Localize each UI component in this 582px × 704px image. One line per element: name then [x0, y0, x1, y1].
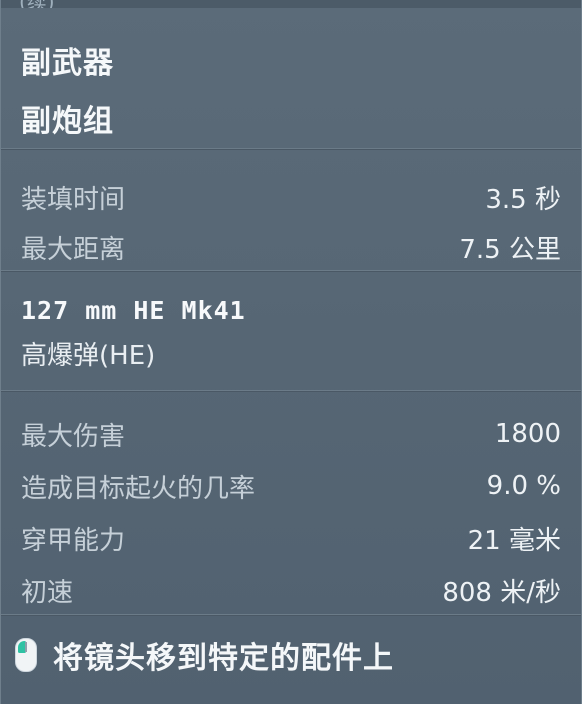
stat-value: 21 毫米 [467, 525, 561, 556]
top-edge: (续) [1, 0, 581, 8]
stat-row: 初速 808 米/秒 [21, 564, 561, 616]
title-block: 副武器 副炮组 [1, 8, 581, 148]
mouse-divider [25, 642, 27, 652]
mouse-left-click-icon [15, 638, 37, 672]
ammo-name: 127 mm HE Mk41 [21, 296, 246, 325]
stat-label: 最大距离 [21, 234, 126, 265]
ammo-stats: 最大伤害 1800 造成目标起火的几率 9.0 % 穿甲能力 21 毫米 初速 … [1, 392, 581, 614]
weapon-name: 副炮组 [21, 104, 114, 139]
tooltip-panel: (续) 副武器 副炮组 装填时间 3.5 秒 最大距离 7.5 公里 127 m… [0, 0, 582, 704]
ammo-type: 高爆弹(HE) [21, 341, 156, 371]
stat-value: 9.0 % [486, 471, 561, 501]
hint-bar: 将镜头移到特定的配件上 [1, 616, 581, 694]
stat-row: 最大伤害 1800 [21, 408, 561, 460]
stat-row: 最大距离 7.5 公里 [21, 222, 561, 272]
stat-value: 1800 [494, 419, 561, 449]
ammo-block: 127 mm HE Mk41 高爆弹(HE) [1, 272, 581, 390]
stat-label: 初速 [21, 577, 74, 608]
weapon-category: 副武器 [21, 46, 114, 81]
stat-row: 造成目标起火的几率 9.0 % [21, 460, 561, 512]
stat-value: 808 米/秒 [442, 577, 561, 608]
stat-value: 7.5 公里 [459, 234, 561, 265]
stat-label: 造成目标起火的几率 [21, 473, 256, 504]
stat-value: 3.5 秒 [485, 184, 561, 215]
stat-label: 穿甲能力 [21, 525, 126, 556]
stat-label: 装填时间 [21, 184, 126, 215]
main-stats: 装填时间 3.5 秒 最大距离 7.5 公里 [1, 150, 581, 270]
stat-row: 装填时间 3.5 秒 [21, 172, 561, 222]
top-cut-text: (续) [19, 0, 55, 8]
stat-label: 最大伤害 [21, 421, 126, 452]
hint-text: 将镜头移到特定的配件上 [53, 641, 394, 676]
stat-row: 穿甲能力 21 毫米 [21, 512, 561, 564]
